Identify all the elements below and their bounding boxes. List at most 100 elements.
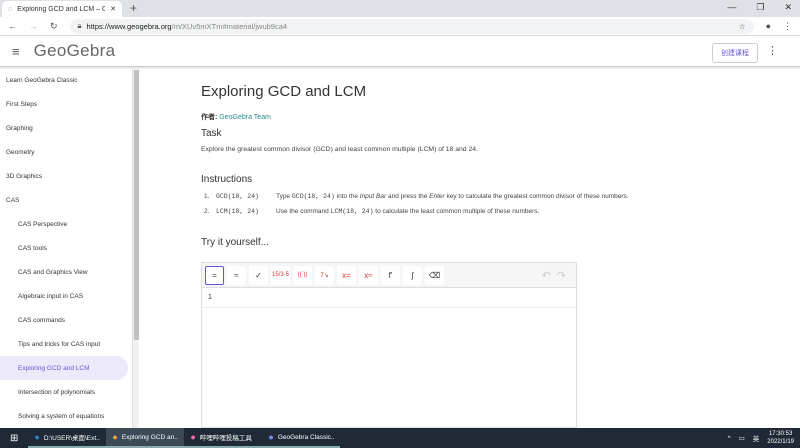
evaluate-tool-button[interactable]: = xyxy=(205,265,224,285)
delete-tool-button[interactable]: ⌫ xyxy=(425,265,444,285)
close-tab-icon[interactable]: ✕ xyxy=(110,5,116,13)
keep-input-tool-button[interactable]: ✓ xyxy=(249,265,268,285)
solve-numerically-tool-button[interactable]: x≈ xyxy=(359,265,378,285)
back-icon[interactable]: ← xyxy=(8,21,17,31)
step-emphasis: Input Bar xyxy=(359,193,387,200)
task-text: Explore the greatest common divisor (GCD… xyxy=(201,146,478,153)
clock-date: 2022/1/19 xyxy=(767,439,794,445)
factor-tool-button[interactable]: 15/3·5 xyxy=(271,265,290,285)
taskbar-item-label: 哔哩哔哩投稿工具 xyxy=(199,435,252,442)
page-title: Exploring GCD and LCM xyxy=(201,83,367,100)
browser-tab-bar: ◌ Exploring GCD and LCM – Ge ✕ + — ❐ ✕ xyxy=(0,0,800,17)
tray-chevron-icon[interactable]: ^ xyxy=(728,435,731,442)
step-code: LCM(18, 24) xyxy=(330,208,374,215)
step-text: key to calculate the greatest common div… xyxy=(444,193,629,200)
ime-icon[interactable]: 英 xyxy=(753,433,760,443)
redo-icon[interactable]: ↷ xyxy=(557,269,566,282)
taskbar-item[interactable]: ● 哔哩哔哩投稿工具 xyxy=(184,428,263,448)
substitute-tool-button[interactable]: 7↘ xyxy=(315,265,334,285)
geogebra-logo[interactable]: GeoGebra xyxy=(34,41,116,61)
more-options-icon[interactable]: ⋮ xyxy=(767,44,778,57)
site-header: ≡ GeoGebra 创建课程 ⋮ xyxy=(0,36,800,67)
author-link[interactable]: GeoGebra Team xyxy=(219,114,271,121)
sidebar-item[interactable]: Exploring GCD and LCM xyxy=(0,356,128,380)
sidebar-scrollbar[interactable] xyxy=(132,68,139,428)
minimize-icon[interactable]: — xyxy=(727,2,736,13)
lock-icon: 🔒︎ xyxy=(77,21,82,30)
step-number: 1. xyxy=(204,193,210,200)
sidebar-item[interactable]: CAS xyxy=(0,188,132,212)
taskbar-item[interactable]: ● Exploring GCD an... xyxy=(106,428,185,448)
step-text: into the xyxy=(334,193,360,200)
expand-tool-button[interactable]: (( )) xyxy=(293,265,312,285)
create-course-button[interactable]: 创建课程 xyxy=(712,43,758,63)
step-command: GCD(18, 24) xyxy=(216,193,259,200)
close-window-icon[interactable]: ✕ xyxy=(784,2,792,13)
step-text: Type xyxy=(276,193,292,200)
hamburger-menu-icon[interactable]: ≡ xyxy=(12,44,20,59)
solve-tool-button[interactable]: x= xyxy=(337,265,356,285)
forward-icon[interactable]: → xyxy=(29,21,38,31)
sidebar-item[interactable]: Algebraic input in CAS xyxy=(0,284,132,308)
sidebar-item[interactable]: CAS commands xyxy=(0,308,132,332)
sidebar-item[interactable]: Learn GeoGebra Classic xyxy=(0,68,132,92)
sidebar-item[interactable]: CAS and Graphics View xyxy=(0,260,132,284)
account-icon[interactable]: ● xyxy=(766,21,771,31)
sidebar-item[interactable]: CAS Perspective xyxy=(0,212,132,236)
taskbar-item-label: Exploring GCD an... xyxy=(121,433,179,441)
star-icon[interactable]: ☆ xyxy=(739,22,746,31)
instruction-item: 1. GCD(18, 24) Type GCD(18, 24) into the I… xyxy=(201,193,721,200)
taskbar-item-label: D:\USER\桌面\Ext... xyxy=(43,435,101,442)
cas-row[interactable]: 1 xyxy=(202,288,576,308)
sidebar-item[interactable]: Tips and tricks for CAS input xyxy=(0,332,132,356)
sidebar-item[interactable]: Intersection of polynomials xyxy=(0,380,132,404)
step-text: Use the command xyxy=(276,208,331,215)
maximize-icon[interactable]: ❐ xyxy=(756,2,764,13)
step-text: and press the xyxy=(386,193,430,200)
task-heading: Task xyxy=(201,128,222,139)
clock-time: 17:30:53 xyxy=(768,431,793,437)
url-path: /m/XUv5mXTm#material/jwub9ca4 xyxy=(171,21,288,31)
windows-start-icon[interactable]: ⊞ xyxy=(0,433,28,444)
cas-toolbar: = ≈ ✓ 15/3·5(( )) 7↘ x= x≈ f' ∫ ⌫ ↶ ↷ xyxy=(202,263,576,288)
url-host: https://www.geogebra.org xyxy=(86,21,172,31)
cas-applet[interactable]: = ≈ ✓ 15/3·5(( )) 7↘ x= x≈ f' ∫ ⌫ ↶ ↷ 1 xyxy=(201,262,577,428)
numeric-tool-button[interactable]: ≈ xyxy=(227,265,246,285)
row-number: 1 xyxy=(208,294,212,301)
geogebra-favicon-icon: ◌ xyxy=(8,5,13,13)
instruction-item: 2. LCM(18, 24) Use the command LCM(18, 24)… xyxy=(201,208,721,215)
instructions-heading: Instructions xyxy=(201,174,253,185)
author-label: 作者: xyxy=(201,114,218,121)
integral-tool-button[interactable]: ∫ xyxy=(403,265,422,285)
sidebar-item[interactable]: First Steps xyxy=(0,92,132,116)
step-text: to calculate the least common multiple o… xyxy=(373,208,540,215)
step-command: LCM(18, 24) xyxy=(216,208,259,215)
taskbar-item[interactable]: ● GeoGebra Classic... xyxy=(262,428,341,448)
taskbar-item-label: GeoGebra Classic... xyxy=(277,433,335,441)
url-field[interactable]: 🔒︎ https://www.geogebra.org/m/XUv5mXTm#ma… xyxy=(69,18,754,34)
sidebar-item[interactable]: Graphing xyxy=(0,116,132,140)
browser-tab[interactable]: ◌ Exploring GCD and LCM – Ge ✕ xyxy=(2,1,122,17)
main-content: Exploring GCD and LCM 作者: GeoGebra Team … xyxy=(201,68,721,248)
sidebar-item[interactable]: Solving a system of equations xyxy=(0,404,132,428)
taskbar-item[interactable]: ● D:\USER\桌面\Ext... xyxy=(28,428,107,448)
try-heading: Try it yourself... xyxy=(201,237,269,248)
tab-title: Exploring GCD and LCM – Ge xyxy=(17,5,106,13)
app-icon: ● xyxy=(190,432,196,442)
reload-icon[interactable]: ↻ xyxy=(50,21,58,32)
derivative-tool-button[interactable]: f' xyxy=(381,265,400,285)
app-icon: ● xyxy=(268,432,274,442)
step-emphasis: Enter xyxy=(429,193,445,200)
network-icon[interactable]: ▭ xyxy=(739,434,745,442)
undo-icon[interactable]: ↶ xyxy=(542,269,551,282)
sidebar: Learn GeoGebra Classic First Steps Graphin… xyxy=(0,68,132,428)
app-icon: ● xyxy=(34,432,40,442)
address-bar: ← → ↻ 🔒︎ https://www.geogebra.org/m/XUv5m… xyxy=(0,17,800,36)
new-tab-icon[interactable]: + xyxy=(130,1,137,15)
step-number: 2. xyxy=(204,208,210,215)
sidebar-item[interactable]: CAS tools xyxy=(0,236,132,260)
sidebar-item[interactable]: 3D Graphics xyxy=(0,164,132,188)
sidebar-item[interactable]: Geometry xyxy=(0,140,132,164)
browser-menu-icon[interactable]: ⋮ xyxy=(783,21,792,32)
windows-taskbar: ⊞ ● D:\USER\桌面\Ext... ● Exploring GCD an...… xyxy=(0,428,800,448)
